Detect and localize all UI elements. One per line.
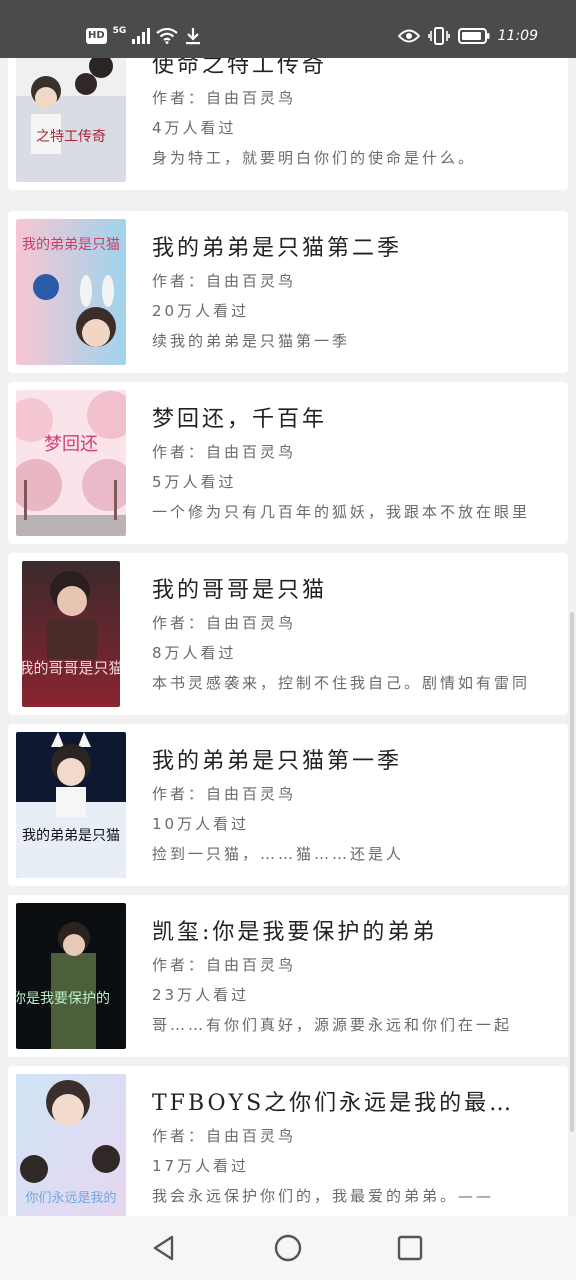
cover-image: 之特工传奇 — [16, 58, 126, 182]
home-icon — [274, 1234, 302, 1262]
battery-icon — [457, 28, 490, 44]
vibrate-icon — [427, 27, 450, 45]
wifi-icon — [156, 28, 179, 44]
book-views: 17万人看过 — [152, 1157, 250, 1175]
nav-recents-button[interactable] — [390, 1230, 430, 1266]
book-card[interactable]: 我的哥哥是只猫 我的哥哥是只猫 作者：自由百灵鸟 8万人看过 本书灵感袭来，控制… — [8, 553, 568, 715]
book-desc: 身为特工，就要明白你们的使命是什么。 — [152, 149, 477, 167]
book-card[interactable]: 你是我要保护的 凯玺:你是我要保护的弟弟 作者：自由百灵鸟 23万人看过 哥……… — [8, 895, 568, 1057]
signal-icon — [132, 28, 151, 44]
cover-caption: 我的弟弟是只猫 — [22, 828, 120, 844]
book-desc: 本书灵感袭来，控制不住我自己。剧情如有雷同 — [152, 674, 531, 692]
book-title[interactable]: 我的弟弟是只猫第二季 — [152, 235, 532, 263]
book-list[interactable]: 之特工传奇 使命之特工传奇 作者：自由百灵鸟 4万人看过 身为特工，就要明白你们… — [0, 58, 576, 1216]
status-right: 11:09 — [397, 24, 538, 48]
book-views: 20万人看过 — [152, 302, 250, 320]
book-card[interactable]: 之特工传奇 使命之特工传奇 作者：自由百灵鸟 4万人看过 身为特工，就要明白你们… — [8, 58, 568, 190]
book-views: 4万人看过 — [152, 119, 237, 137]
cover-caption: 我的弟弟是只猫 — [22, 237, 120, 253]
book-card[interactable]: 梦回还 梦回还，千百年 作者：自由百灵鸟 5万人看过 一个修为只有几百年的狐妖，… — [8, 382, 568, 544]
cover-image: 你们永远是我的 — [16, 1074, 126, 1216]
cover-caption: 我的哥哥是只猫 — [22, 659, 120, 677]
book-title[interactable]: TFBOYS之你们永远是我的最爱弟弟 — [152, 1090, 532, 1118]
book-cover[interactable]: 我的哥哥是只猫 — [22, 561, 120, 707]
book-desc: 续我的弟弟是只猫第一季 — [152, 332, 351, 350]
status-bar: HD 5G 11:09 — [0, 0, 576, 58]
book-card[interactable]: 我的弟弟是只猫 我的弟弟是只猫第一季 作者：自由百灵鸟 10万人看过 捡到一只猫… — [8, 724, 568, 886]
book-author: 作者：自由百灵鸟 — [152, 272, 297, 290]
cover-caption: 梦回还 — [44, 434, 98, 455]
book-cover[interactable]: 我的弟弟是只猫 — [16, 219, 126, 365]
status-left: HD 5G — [86, 24, 202, 48]
book-author: 作者：自由百灵鸟 — [152, 89, 297, 107]
book-title[interactable]: 我的哥哥是只猫 — [152, 577, 532, 605]
book-card[interactable]: 我的弟弟是只猫 我的弟弟是只猫第二季 作者：自由百灵鸟 20万人看过 续我的弟弟… — [8, 211, 568, 373]
nav-back-button[interactable] — [144, 1230, 184, 1266]
book-cover[interactable]: 你是我要保护的 — [16, 903, 126, 1049]
book-views: 10万人看过 — [152, 815, 250, 833]
book-cover[interactable]: 你们永远是我的 — [16, 1074, 126, 1216]
book-cover[interactable]: 梦回还 — [16, 390, 126, 536]
cover-caption: 你们永远是我的 — [25, 1190, 116, 1206]
book-cover[interactable]: 之特工传奇 — [16, 58, 126, 182]
status-time: 11:09 — [497, 28, 538, 44]
cover-image: 梦回还 — [16, 390, 126, 536]
book-views: 8万人看过 — [152, 644, 237, 662]
book-desc: 捡到一只猫，……猫……还是人 — [152, 845, 405, 863]
book-title[interactable]: 我的弟弟是只猫第一季 — [152, 748, 532, 776]
book-author: 作者：自由百灵鸟 — [152, 785, 297, 803]
cover-caption: 你是我要保护的 — [16, 991, 110, 1007]
cover-image: 你是我要保护的 — [16, 903, 126, 1049]
book-author: 作者：自由百灵鸟 — [152, 956, 297, 974]
book-cover[interactable]: 我的弟弟是只猫 — [16, 732, 126, 878]
navigation-bar — [0, 1216, 576, 1280]
book-title[interactable]: 梦回还，千百年 — [152, 406, 532, 434]
back-icon — [153, 1235, 174, 1261]
book-views: 5万人看过 — [152, 473, 237, 491]
cover-image: 我的弟弟是只猫 — [16, 732, 126, 878]
scrollbar[interactable] — [570, 612, 574, 1132]
book-desc: 哥……有你们真好，源源要永远和你们在一起 — [152, 1016, 513, 1034]
book-views: 23万人看过 — [152, 986, 250, 1004]
book-desc: 一个修为只有几百年的狐妖，我跟本不放在眼里 — [152, 503, 531, 521]
cover-caption: 之特工传奇 — [36, 128, 106, 145]
network-type: 5G — [112, 26, 127, 36]
book-card[interactable]: 你们永远是我的 TFBOYS之你们永远是我的最爱弟弟 作者：自由百灵鸟 17万人… — [8, 1066, 568, 1216]
hd-badge: HD — [86, 28, 107, 44]
book-author: 作者：自由百灵鸟 — [152, 614, 297, 632]
book-title[interactable]: 使命之特工传奇 — [152, 58, 532, 80]
recents-icon — [397, 1235, 423, 1261]
book-title[interactable]: 凯玺:你是我要保护的弟弟 — [152, 919, 532, 947]
eye-icon — [397, 29, 420, 43]
book-desc: 我会永远保护你们的，我最爱的弟弟。—— — [152, 1187, 495, 1205]
cover-image: 我的弟弟是只猫 — [16, 219, 126, 365]
download-icon — [186, 28, 201, 45]
nav-home-button[interactable] — [268, 1230, 308, 1266]
cover-image: 我的哥哥是只猫 — [22, 561, 120, 707]
book-author: 作者：自由百灵鸟 — [152, 443, 297, 461]
book-author: 作者：自由百灵鸟 — [152, 1127, 297, 1145]
